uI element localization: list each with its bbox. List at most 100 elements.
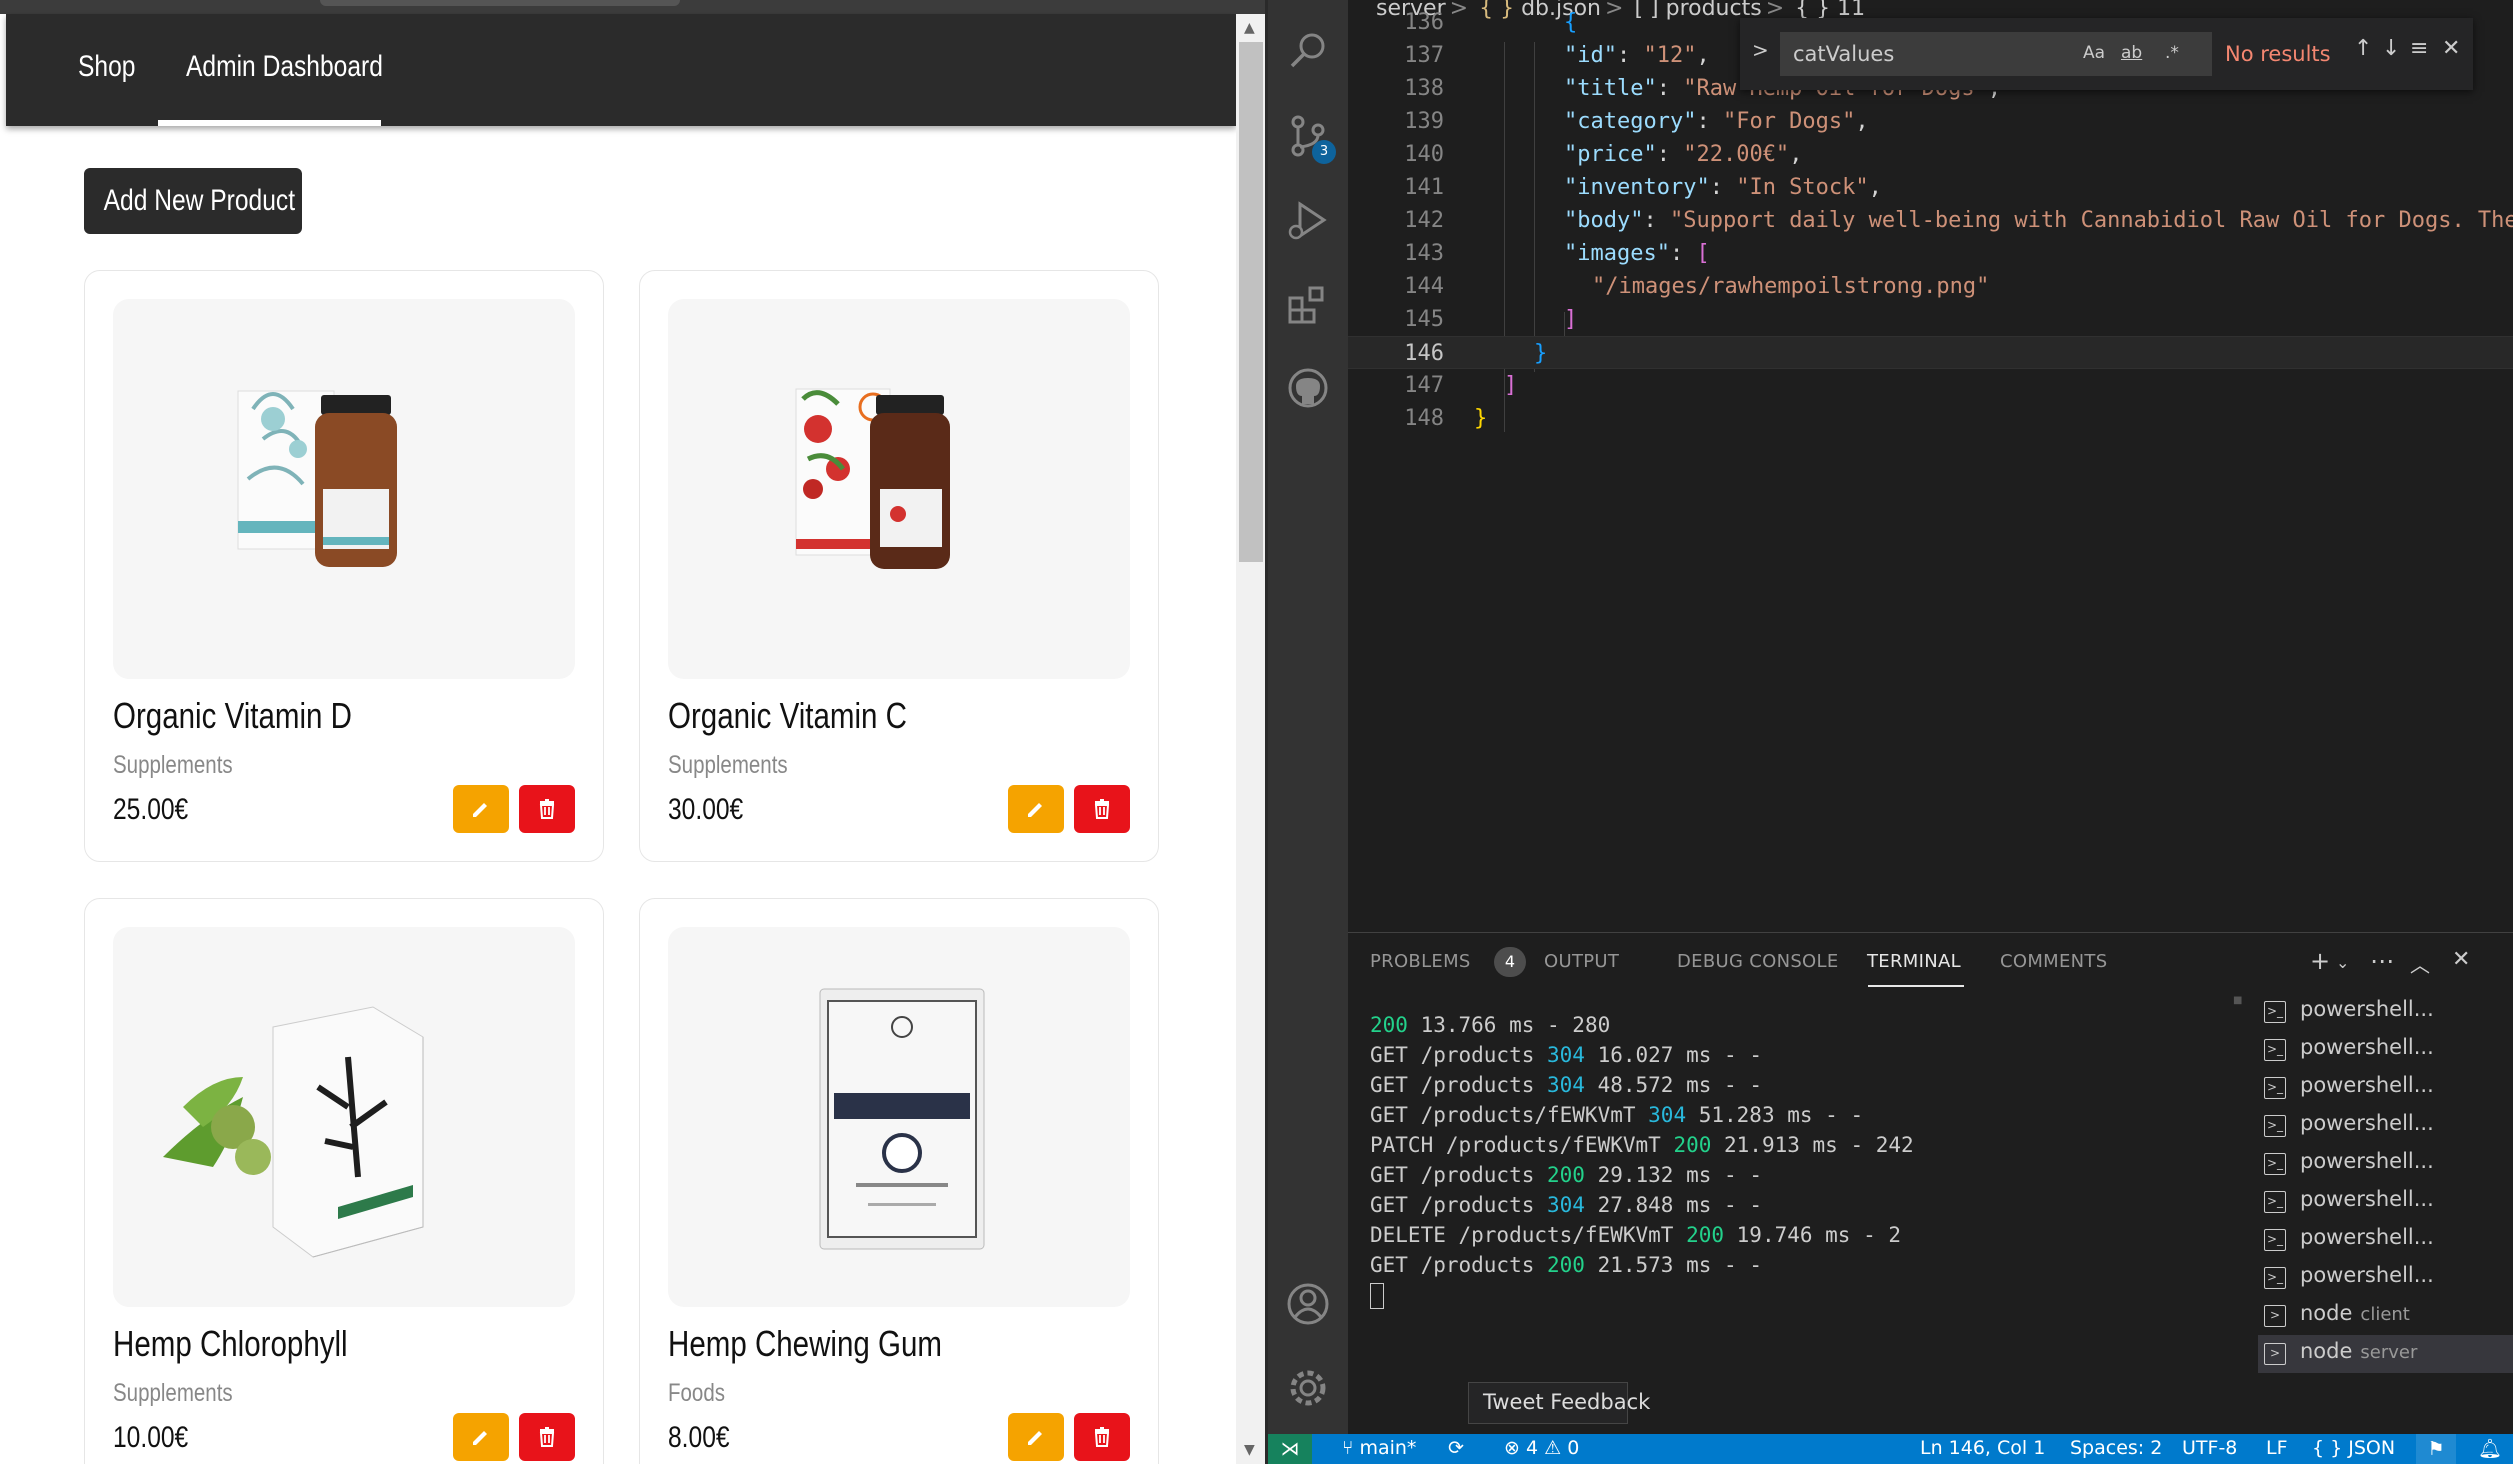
pencil-icon [473,803,487,817]
status-bar: ⋊ ⑂ main* ⟳ ⊗ 4 ⚠ 0 Ln 146, Col 1 Spaces… [1268,1434,2513,1464]
feedback-icon[interactable]: ⚑ [2416,1434,2456,1464]
notifications-bell-icon[interactable]: 🔔︎ [2478,1437,2502,1460]
product-title[interactable]: Hemp Chewing Gum [668,1323,942,1365]
use-regex-icon[interactable]: .* [2165,43,2179,63]
product-price: 30.00€ [668,793,744,826]
terminal-line: GET /products 304 27.848 ms - - [1370,1193,1762,1217]
new-terminal-plus-icon[interactable]: + [2310,947,2330,975]
branch-indicator[interactable]: ⑂ main* [1342,1437,1416,1459]
terminal-list-item[interactable]: > node client [2258,1297,2513,1335]
delete-product-button[interactable] [1074,785,1130,833]
terminal-line: GET /products 200 21.573 ms - - [1370,1253,1762,1277]
delete-product-button[interactable] [519,1413,575,1461]
product-card: Hemp Chlorophyll Supplements 10.00€ [84,898,604,1464]
account-icon[interactable] [1284,1280,1332,1328]
terminal-list-item[interactable]: >_ powershell... [2258,1031,2513,1069]
more-actions-icon[interactable]: ⋯ [2370,947,2394,975]
add-new-product-label: Add New Product [103,184,296,217]
scroll-down-arrow-icon[interactable]: ▼ [1244,1442,1255,1458]
terminal-list-item[interactable]: >_ powershell... [2258,1069,2513,1107]
edit-product-button[interactable] [453,785,509,833]
scrollbar-thumb[interactable] [1239,42,1263,562]
terminal-icon: >_ [2264,1039,2286,1061]
delete-product-button[interactable] [519,785,575,833]
close-panel-icon[interactable]: ✕ [2452,947,2470,972]
terminal-scroll-indicator: ■ [2233,995,2243,1006]
toggle-replace-chevron-icon[interactable]: > [1752,38,1769,62]
terminal-line: DELETE /products/fEWKVmT 200 19.746 ms -… [1370,1223,1902,1247]
tab-debug-console[interactable]: DEBUG CONSOLE [1677,951,1839,972]
previous-match-arrow-icon[interactable]: ↑ [2354,36,2372,61]
nav-shop-link[interactable]: Shop [78,50,135,84]
edit-product-button[interactable] [453,1413,509,1461]
indentation[interactable]: Spaces: 2 [2070,1437,2162,1459]
match-whole-word-icon[interactable]: ab [2121,43,2142,63]
search-icon[interactable] [1284,26,1332,74]
close-find-icon[interactable]: ✕ [2442,36,2460,61]
code-line: 144 "/images/rawhempoilstrong.png" [1404,274,1990,299]
problems-indicator[interactable]: ⊗ 4 ⚠ 0 [1504,1437,1579,1459]
terminal-dropdown-chevron-icon[interactable]: ⌄ [2336,953,2349,972]
settings-gear-icon[interactable] [1284,1364,1332,1412]
product-title[interactable]: Hemp Chlorophyll [113,1323,348,1365]
language-mode[interactable]: { } JSON [2312,1437,2395,1459]
terminal-list-item[interactable]: >_ powershell... [2258,1221,2513,1259]
terminal-list-item[interactable]: >_ powershell... [2258,993,2513,1031]
terminal-line: GET /products 200 29.132 ms - - [1370,1163,1762,1187]
find-in-selection-icon[interactable]: ≡ [2410,36,2428,61]
end-of-line[interactable]: LF [2266,1437,2288,1459]
terminal-icon: >_ [2264,1267,2286,1289]
code-editor[interactable]: 136{ 137"id": "12", 138"title": "Raw Hem… [1348,10,2513,932]
terminal-icon: >_ [2264,1191,2286,1213]
top-navbar: Shop Admin Dashboard [6,14,1236,126]
sync-icon[interactable]: ⟳ [1448,1437,1464,1459]
tab-terminal[interactable]: TERMINAL [1867,951,1961,972]
product-image [113,927,575,1307]
terminal-icon: >_ [2264,1153,2286,1175]
extensions-icon[interactable] [1284,280,1332,328]
next-match-arrow-icon[interactable]: ↓ [2382,36,2400,61]
terminal-list-item-selected[interactable]: > node server [2258,1335,2513,1373]
product-title[interactable]: Organic Vitamin C [668,695,907,737]
activity-bar: 3 [1268,0,1348,1434]
edit-product-button[interactable] [1008,785,1064,833]
terminal-list-item[interactable]: >_ powershell... [2258,1183,2513,1221]
vitamin-c-illustration [795,388,950,569]
code-line: 140 "price": "22.00€", [1404,142,1803,167]
product-card: Organic Vitamin D Supplements 25.00€ [84,270,604,862]
match-case-icon[interactable]: Aa [2083,43,2105,63]
product-title[interactable]: Organic Vitamin D [113,695,352,737]
tab-output[interactable]: OUTPUT [1544,951,1619,972]
product-price: 8.00€ [668,1421,730,1454]
scroll-up-arrow-icon[interactable]: ▲ [1244,20,1255,36]
encoding[interactable]: UTF-8 [2182,1437,2237,1459]
active-tab-underline [1868,985,1964,987]
terminal-icon: > [2264,1305,2286,1327]
trash-icon [539,799,555,819]
cursor-position[interactable]: Ln 146, Col 1 [1920,1437,2045,1459]
delete-product-button[interactable] [1074,1413,1130,1461]
terminal-list-item[interactable]: >_ powershell... [2258,1145,2513,1183]
product-category: Supplements [113,751,233,779]
code-line: 142 "body": "Support daily well-being wit… [1404,208,2513,233]
error-icon: ⊗ [1504,1437,1520,1459]
find-result-text: No results [2225,42,2331,66]
terminal-list: >_ powershell... >_ powershell... >_ powers… [2258,993,2513,1423]
terminal-icon: >_ [2264,1229,2286,1251]
add-new-product-button[interactable]: Add New Product [84,168,302,234]
tab-comments[interactable]: COMMENTS [2000,951,2107,972]
maximize-panel-chevron-icon[interactable]: ︿ [2410,949,2430,978]
terminal-list-item[interactable]: >_ powershell... [2258,1259,2513,1297]
hemp-chlorophyll-illustration [163,1006,424,1258]
remote-indicator-icon[interactable]: ⋊ [1268,1434,1312,1464]
product-price: 10.00€ [113,1421,189,1454]
find-input[interactable]: catValues Aa ab .* [1780,32,2212,76]
tab-problems[interactable]: PROBLEMS [1370,951,1471,972]
github-icon[interactable] [1284,364,1332,412]
terminal-list-item[interactable]: >_ powershell... [2258,1107,2513,1145]
edit-product-button[interactable] [1008,1413,1064,1461]
browser-scrollbar[interactable]: ▲ ▼ [1236,14,1265,1464]
code-line: 141 "inventory": "In Stock", [1404,175,1882,200]
nav-admin-dashboard-link[interactable]: Admin Dashboard [186,50,383,84]
run-debug-icon[interactable] [1284,196,1332,244]
